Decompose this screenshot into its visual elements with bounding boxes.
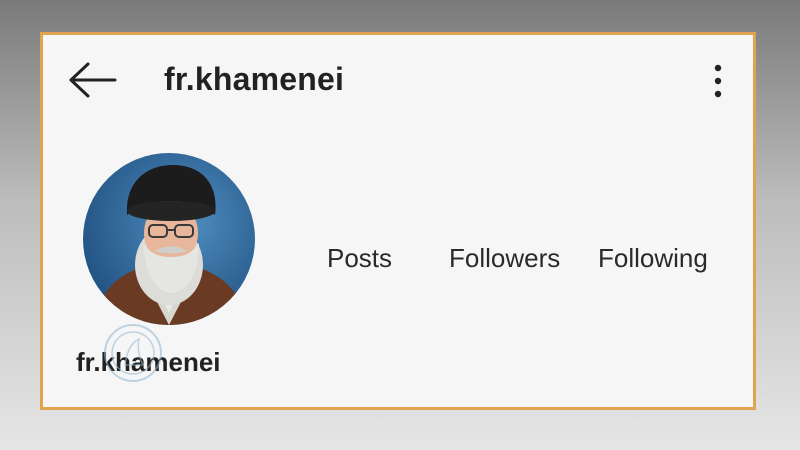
arrow-left-icon[interactable] bbox=[67, 61, 119, 99]
posts-label[interactable]: Posts bbox=[327, 243, 392, 274]
avatar[interactable] bbox=[83, 153, 255, 325]
profile-photo bbox=[83, 153, 255, 325]
profile-stats: Posts Followers Following bbox=[43, 243, 753, 283]
more-vertical-icon[interactable] bbox=[709, 63, 727, 99]
followers-label[interactable]: Followers bbox=[449, 243, 560, 274]
following-label[interactable]: Following bbox=[598, 243, 708, 274]
header-username: fr.khamenei bbox=[164, 61, 345, 97]
watermark-emblem-icon bbox=[104, 324, 162, 382]
profile-card: fr.khamenei Posts Followers Following fr… bbox=[40, 32, 756, 410]
